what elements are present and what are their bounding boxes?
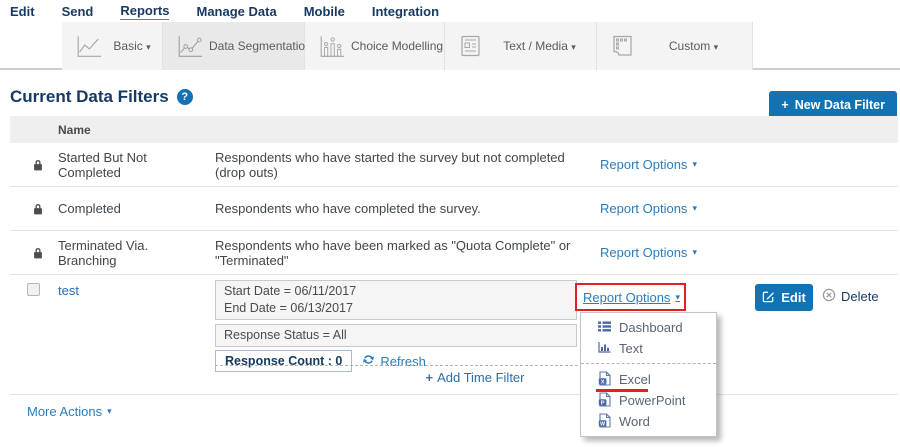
refresh-icon	[362, 353, 375, 369]
report-options-link[interactable]: Report Options▾	[600, 201, 697, 216]
top-navigation: Edit Send Reports Manage Data Mobile Int…	[10, 0, 466, 22]
tab-custom[interactable]: Custom ▾	[597, 22, 753, 70]
excel-file-icon: X	[598, 371, 611, 389]
caret-down-icon: ▾	[714, 42, 719, 52]
report-tabs: Basic ▾ Data Segmentation ▾ Choice Model…	[0, 22, 900, 70]
response-status-box: Response Status = All	[215, 324, 577, 347]
end-date-line: End Date = 06/13/2017	[224, 300, 568, 317]
tab-label: Basic ▾	[102, 39, 162, 53]
edit-button[interactable]: Edit	[755, 284, 813, 311]
tab-text-media[interactable]: Text / Media ▾	[445, 22, 597, 70]
bar-chart-icon	[598, 341, 611, 356]
more-actions-link[interactable]: More Actions▾	[27, 404, 112, 419]
filter-name[interactable]: test	[58, 283, 79, 298]
newspaper-icon	[457, 33, 483, 59]
nav-item-manage-data[interactable]: Manage Data	[196, 4, 276, 19]
menu-item-excel[interactable]: X Excel	[581, 369, 716, 390]
caret-down-icon: ▾	[571, 42, 576, 52]
row-checkbox[interactable]	[27, 283, 40, 296]
new-data-filter-button[interactable]: + New Data Filter	[769, 91, 897, 118]
svg-text:X: X	[601, 379, 605, 385]
dashboard-icon	[598, 320, 611, 335]
scatter-chart-icon	[175, 34, 203, 59]
lock-icon	[10, 203, 48, 215]
menu-item-text[interactable]: Text	[581, 338, 716, 359]
filter-description: Respondents who have completed the surve…	[205, 201, 590, 216]
start-date-line: Start Date = 06/11/2017	[224, 283, 568, 300]
lock-icon	[10, 159, 48, 171]
lock-icon	[10, 247, 48, 259]
divider	[215, 365, 588, 366]
plus-icon: +	[781, 98, 788, 112]
refresh-link[interactable]: Refresh	[362, 353, 426, 369]
caret-down-icon: ▾	[692, 203, 697, 214]
word-file-icon: W	[598, 413, 611, 431]
data-filters-table: Name Started But Not Completed Responden…	[10, 116, 898, 395]
menu-item-powerpoint[interactable]: P PowerPoint	[581, 390, 716, 411]
filter-description: Respondents who have been marked as "Quo…	[205, 238, 590, 268]
tab-label: Choice Modelling ▾	[345, 39, 457, 53]
nav-item-send[interactable]: Send	[62, 4, 94, 19]
line-chart-icon	[74, 34, 102, 59]
svg-text:P: P	[601, 400, 605, 406]
response-count-row: Response Count : 0 Refresh	[215, 350, 577, 372]
annotation-highlight-box: Report Options▾	[575, 283, 686, 311]
filter-name: Completed	[48, 201, 205, 216]
caret-down-icon: ▾	[692, 247, 697, 258]
caret-down-icon: ▾	[692, 159, 697, 170]
nav-item-edit[interactable]: Edit	[10, 4, 35, 19]
tab-label: Custom ▾	[635, 39, 752, 53]
tab-data-segmentation[interactable]: Data Segmentation ▾	[163, 22, 305, 70]
tab-label: Text / Media ▾	[483, 39, 596, 53]
svg-text:W: W	[600, 421, 605, 427]
table-row-test: test Start Date = 06/11/2017 End Date = …	[10, 275, 898, 395]
menu-divider	[581, 363, 716, 364]
help-icon[interactable]: ?	[177, 89, 193, 105]
filter-name: Terminated Via. Branching	[48, 238, 205, 268]
add-time-filter-link[interactable]: +Add Time Filter	[425, 370, 524, 385]
report-options-menu: Dashboard Text X Excel P PowerPoint W	[580, 312, 717, 437]
edit-pencil-icon	[762, 290, 775, 306]
current-data-filters-page: Edit Send Reports Manage Data Mobile Int…	[0, 0, 900, 447]
nav-item-reports[interactable]: Reports	[120, 3, 169, 20]
date-filter-box: Start Date = 06/11/2017 End Date = 06/13…	[215, 280, 577, 320]
report-options-link[interactable]: Report Options▾	[600, 157, 697, 172]
filter-description: Respondents who have started the survey …	[205, 150, 590, 180]
plus-icon: +	[425, 370, 433, 385]
delete-circle-x-icon	[822, 288, 836, 305]
response-count-badge: Response Count : 0	[215, 350, 352, 372]
menu-item-word[interactable]: W Word	[581, 411, 716, 432]
filter-details: Start Date = 06/11/2017 End Date = 06/13…	[215, 280, 577, 372]
custom-report-icon	[609, 33, 635, 59]
nav-item-integration[interactable]: Integration	[372, 4, 439, 19]
tab-basic[interactable]: Basic ▾	[62, 22, 163, 70]
menu-item-dashboard[interactable]: Dashboard	[581, 317, 716, 338]
filter-name: Started But Not Completed	[48, 150, 205, 180]
report-options-link-open[interactable]: Report Options▾	[583, 290, 680, 305]
page-title-text: Current Data Filters	[10, 87, 169, 107]
tab-choice-modelling[interactable]: Choice Modelling ▾	[305, 22, 445, 70]
caret-down-icon: ▾	[146, 42, 151, 52]
lollipop-chart-icon	[317, 34, 345, 59]
name-column-header: Name	[58, 123, 91, 137]
table-row-terminated-via-branching: Terminated Via. Branching Respondents wh…	[10, 231, 898, 275]
table-row-completed: Completed Respondents who have completed…	[10, 187, 898, 231]
powerpoint-file-icon: P	[598, 392, 611, 410]
page-title: Current Data Filters ?	[10, 87, 193, 107]
caret-down-icon: ▾	[675, 292, 680, 303]
delete-button[interactable]: Delete	[822, 288, 879, 305]
report-options-link[interactable]: Report Options▾	[600, 245, 697, 260]
response-status-line: Response Status = All	[224, 327, 568, 344]
nav-item-mobile[interactable]: Mobile	[304, 4, 345, 19]
table-row-started-but-not-completed: Started But Not Completed Respondents wh…	[10, 143, 898, 187]
table-header: Name	[10, 116, 898, 143]
caret-down-icon: ▾	[107, 406, 112, 417]
